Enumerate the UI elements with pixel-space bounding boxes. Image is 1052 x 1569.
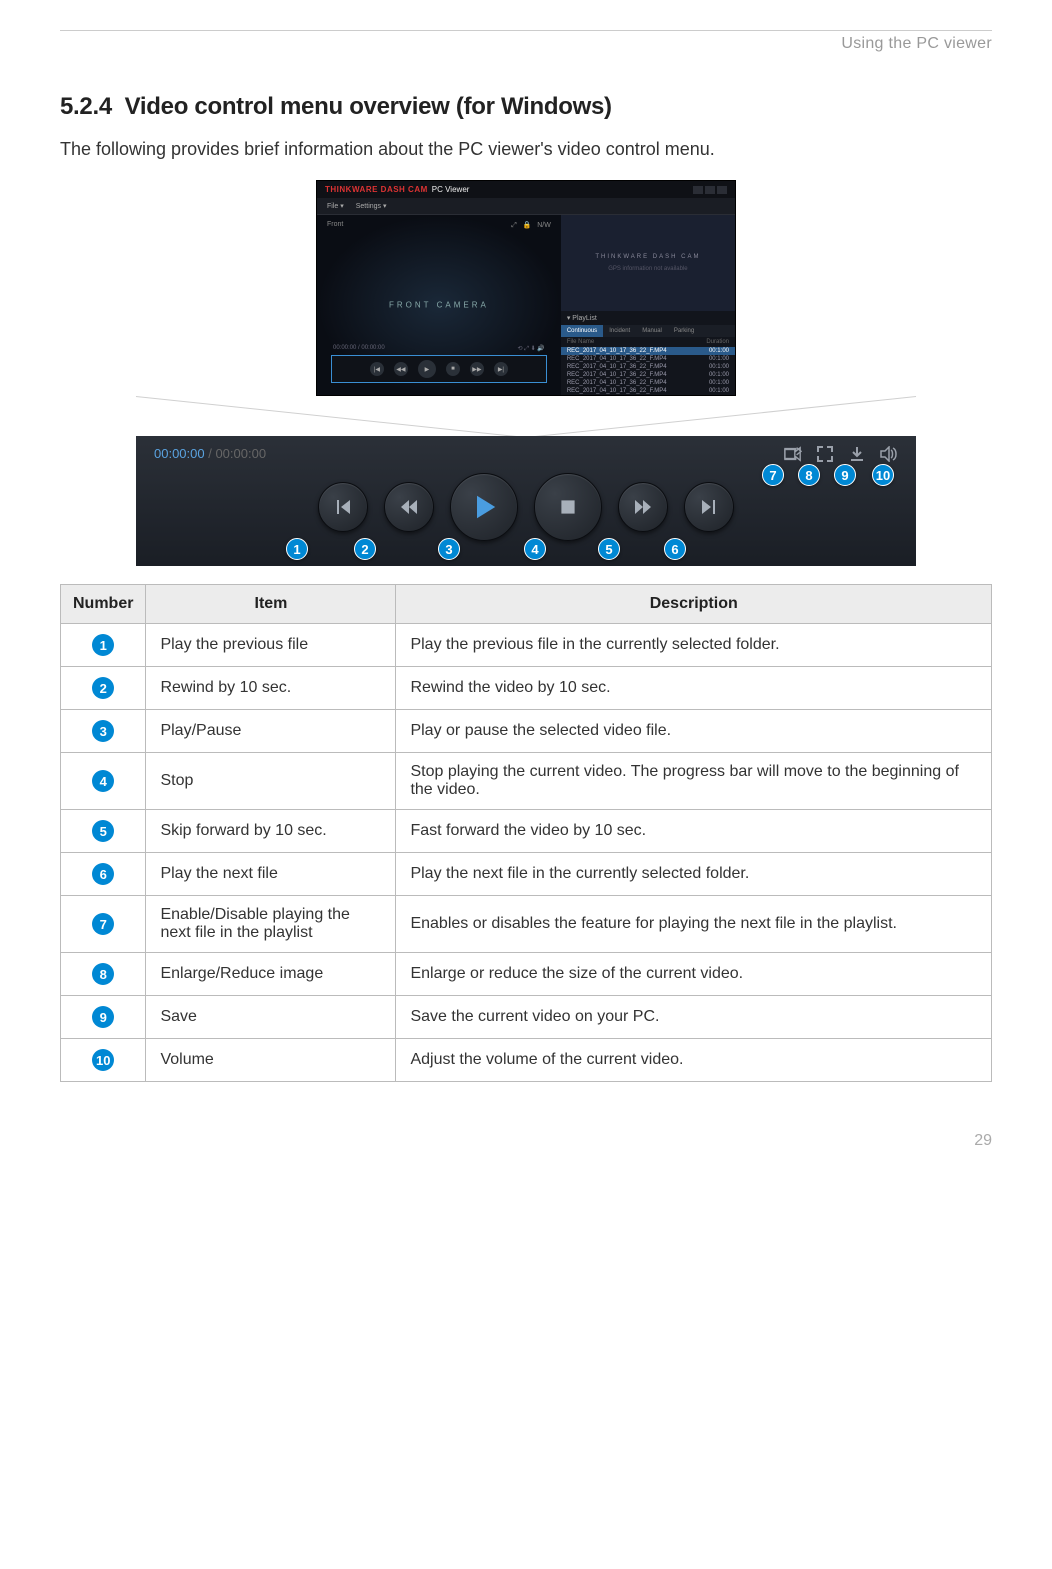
th-description: Description: [396, 585, 992, 624]
section-heading: Video control menu overview (for Windows…: [125, 93, 612, 120]
next-file-button[interactable]: [684, 482, 734, 532]
th-number: Number: [61, 585, 146, 624]
mini-controls-highlight: |◀ ◀◀ ▶ ■ ▶▶ ▶|: [331, 355, 547, 383]
mini-forward-icon: ▶▶: [470, 362, 484, 376]
table-row: 2Rewind by 10 sec.Rewind the video by 10…: [61, 667, 992, 710]
tab-continuous[interactable]: Continuous: [561, 325, 603, 337]
forward-button[interactable]: [618, 482, 668, 532]
front-camera-label: FRONT CAMERA: [389, 301, 489, 310]
autoplay-next-icon[interactable]: [784, 446, 802, 462]
tab-manual[interactable]: Manual: [636, 325, 668, 337]
mini-rewind-icon: ◀◀: [394, 362, 408, 376]
mini-stop-icon: ■: [446, 362, 460, 376]
callout-5: 5: [598, 538, 620, 560]
video-top-icons: ⤢ 🔒 N/W: [511, 221, 551, 230]
app-brand-suffix: PC Viewer: [432, 185, 470, 194]
callout-7: 7: [762, 464, 784, 486]
callout-6: 6: [664, 538, 686, 560]
playlist-row[interactable]: REC_2017_04_10_17_36_22_F.MP400:1:00: [561, 355, 735, 363]
mini-prev-icon: |◀: [370, 362, 384, 376]
tab-incident[interactable]: Incident: [603, 325, 636, 337]
table-row: 3Play/PausePlay or pause the selected vi…: [61, 710, 992, 753]
table-row: 1Play the previous filePlay the previous…: [61, 624, 992, 667]
prev-file-button[interactable]: [318, 482, 368, 532]
mini-play-icon: ▶: [418, 360, 436, 378]
front-tab[interactable]: Front: [327, 221, 343, 230]
th-item: Item: [146, 585, 396, 624]
section-title: 5.2.4 Video control menu overview (for W…: [60, 93, 992, 121]
enlarged-control-bar: 00:00:00 / 00:00:00 1 2 3 4 5 6: [136, 436, 916, 566]
table-row: 5Skip forward by 10 sec.Fast forward the…: [61, 810, 992, 853]
callout-10: 10: [872, 464, 894, 486]
menu-settings[interactable]: Settings ▾: [356, 202, 387, 210]
table-row: 7Enable/Disable playing the next file in…: [61, 896, 992, 953]
timecode: 00:00:00 / 00:00:00: [154, 446, 266, 461]
app-brand: THINKWARE DASH CAM: [325, 185, 428, 194]
save-icon[interactable]: [848, 446, 866, 462]
section-number: 5.2.4: [60, 93, 112, 120]
callout-8: 8: [798, 464, 820, 486]
stop-button[interactable]: [534, 473, 602, 541]
page-number: 29: [0, 1102, 1052, 1170]
playlist-row[interactable]: REC_2017_04_10_17_36_22_F.MP400:1:00: [561, 347, 735, 355]
rewind-button[interactable]: [384, 482, 434, 532]
table-row: 6Play the next filePlay the next file in…: [61, 853, 992, 896]
page-header: Using the PC viewer: [60, 35, 992, 53]
tab-parking[interactable]: Parking: [668, 325, 700, 337]
playlist-row[interactable]: REC_2017_04_10_17_36_22_F.MP400:1:00: [561, 371, 735, 379]
callout-3: 3: [438, 538, 460, 560]
table-row: 10VolumeAdjust the volume of the current…: [61, 1039, 992, 1082]
play-pause-button[interactable]: [450, 473, 518, 541]
enlarge-icon[interactable]: [816, 446, 834, 462]
playlist-label: ▾ PlayList: [561, 311, 735, 325]
menu-file[interactable]: File ▾: [327, 202, 344, 210]
section-intro: The following provides brief information…: [60, 139, 992, 160]
table-row: 9SaveSave the current video on your PC.: [61, 996, 992, 1039]
table-row: 4StopStop playing the current video. The…: [61, 753, 992, 810]
callout-2: 2: [354, 538, 376, 560]
playlist-row[interactable]: REC_2017_04_10_17_36_22_F.MP400:1:00: [561, 363, 735, 371]
callout-4: 4: [524, 538, 546, 560]
playlist-row[interactable]: REC_2017_04_10_17_36_22_F.MP400:1:00: [561, 379, 735, 387]
table-row: 8Enlarge/Reduce imageEnlarge or reduce t…: [61, 953, 992, 996]
window-controls: [693, 186, 727, 194]
description-table: Number Item Description 1Play the previo…: [60, 584, 992, 1082]
map-brand: THINKWARE DASH CAM: [595, 253, 700, 261]
volume-icon[interactable]: [880, 446, 898, 462]
playlist-row[interactable]: REC_2017_04_10_17_36_22_F.MP400:1:00: [561, 387, 735, 395]
callout-9: 9: [834, 464, 856, 486]
app-screenshot: THINKWARE DASH CAM PC Viewer File ▾ Sett…: [316, 180, 736, 396]
mini-next-icon: ▶|: [494, 362, 508, 376]
callout-1: 1: [286, 538, 308, 560]
